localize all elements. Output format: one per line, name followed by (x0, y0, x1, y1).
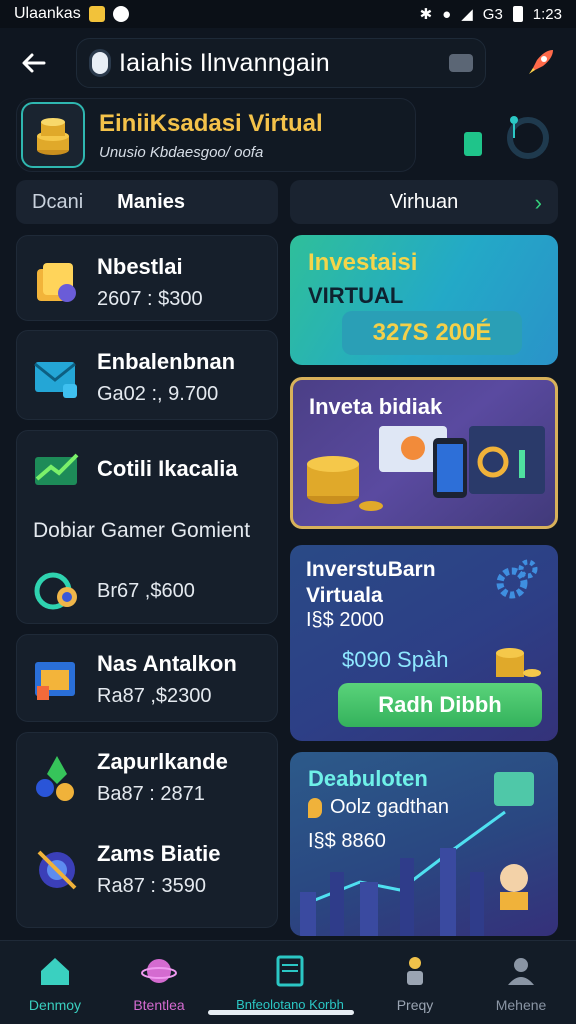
header-texts: EiniiKsadasi Virtual Unusio Kbdaesgoo/ o… (99, 110, 323, 161)
tab-dcani[interactable]: Dcani (32, 191, 83, 214)
list-group: Cotili Ikacalia Dobiar Gamer Gomient Br6… (16, 430, 278, 624)
alarm-icon: ● (442, 5, 452, 23)
envelope-icon (34, 361, 77, 398)
camera-icon[interactable] (449, 54, 473, 72)
tab-virhuan[interactable]: Virhuan › (290, 180, 558, 224)
list-group: Zapurlkande Ba87 : 2871 Zams Biatie Ra87… (16, 732, 278, 928)
promo-card-deabuloten[interactable]: Deabuloten Oolz gadthan I§$ 8860 (290, 752, 558, 936)
promo-title: Inveta bidiak (309, 394, 443, 419)
promo-amount: 327S 200É (342, 311, 522, 355)
promo-mid-text: $090 Spàh (342, 647, 449, 672)
nav-item-home[interactable]: Denmoy (0, 947, 110, 1017)
user-icon (508, 958, 534, 985)
tab-bar-left: Dcani Manies (16, 180, 278, 224)
globe-icon (37, 850, 77, 889)
nav-item-pray[interactable]: Preqy (360, 947, 470, 1017)
rocket-icon (529, 50, 553, 74)
nav-label: Mehene (495, 997, 547, 1013)
nav-label: Preqy (396, 997, 434, 1013)
coin-stack-icon (21, 102, 85, 168)
promo-card-inveta[interactable]: Inveta bidiak (290, 377, 558, 529)
growth-city-illustration (300, 772, 534, 936)
notification-icon (88, 6, 105, 22)
status-right: ✱ ● ◢ G3 1:23 (419, 5, 562, 24)
wifi-icon: ◢ (461, 6, 473, 23)
list-item[interactable]: Nbestlai 2607 : $300 (16, 235, 278, 321)
list-item[interactable]: Zapurlkande Ba87 : 2871 (17, 749, 279, 806)
planet-icon (141, 959, 177, 983)
tab-manies[interactable]: Manies (117, 191, 185, 214)
promo-value: I§$ 2000 (306, 609, 384, 631)
devices-coins-illustration (307, 426, 545, 511)
chart-envelope-icon (35, 453, 79, 485)
location-pin-icon (89, 49, 111, 77)
list-item-value: Ga02 :, 9.700 (97, 383, 219, 405)
promo-title: Investaisi (308, 249, 418, 276)
document-icon (276, 955, 304, 987)
promo-card-inverstubarn[interactable]: InverstuBarn Virtuala I§$ 2000 $090 Spàh… (290, 545, 558, 741)
nav-item-center[interactable]: Bnfeolotano Korbh (222, 947, 358, 1017)
home-indicator[interactable] (208, 1010, 354, 1015)
list-item-value: Ba87 : 2871 (97, 783, 205, 805)
list-item[interactable]: Nas Antalkon Ra87 ,$2300 (16, 634, 278, 722)
list-item-title: Enbalenbnan (97, 349, 236, 374)
list-item[interactable]: Br67 ,$600 (17, 567, 279, 615)
chevron-right-icon: › (534, 190, 542, 215)
list-item-title: Nbestlai (97, 254, 183, 279)
compass-icon (112, 6, 129, 22)
list-item-value: Ra87 ,$2300 (97, 685, 212, 707)
promo-title-line2: Virtuala (306, 584, 383, 608)
ring-icon (34, 572, 77, 610)
list-item-title: Cotili Ikacalia (97, 456, 238, 481)
list-item-value: 2607 : $300 (97, 288, 203, 310)
gear-icon (496, 559, 538, 599)
header-title: EiniiKsadasi Virtual (99, 109, 323, 137)
coin-stack-icon (496, 648, 541, 677)
coin-box-icon (37, 262, 76, 302)
home-icon (41, 958, 69, 985)
status-left: Ulaankas (14, 5, 129, 23)
search-bar[interactable]: Iaiahis Ilnvanngain (76, 38, 486, 88)
battery-icon (512, 6, 523, 22)
status-time: 1:23 (532, 5, 562, 23)
header-widget[interactable] (458, 108, 558, 170)
radh-button[interactable]: Radh Dibbh (338, 683, 542, 727)
list-item-value: Br67 ,$600 (97, 579, 195, 602)
header-subtitle: Unusio Kbdaesgoo/ oofa (99, 143, 264, 161)
promo-card-investaisi[interactable]: Investaisi VIRTUAL 327S 200É (290, 235, 558, 365)
list-item-value: Ra87 : 3590 (97, 875, 206, 897)
list-item-title: Zams Biatie (97, 841, 221, 866)
gear-phone-icon (464, 116, 549, 159)
tab-virhuan-label: Virhuan (389, 190, 459, 213)
status-bar: Ulaankas ✱ ● ◢ G3 1:23 (0, 0, 576, 28)
list-item[interactable]: Cotili Ikacalia (17, 445, 279, 493)
promo-title: InverstuBarn Virtuala (306, 557, 436, 610)
list-item-title: Nas Antalkon (97, 651, 237, 676)
list-item-title: Dobiar Gamer Gomient (33, 519, 251, 542)
list-item[interactable]: Enbalenbnan Ga02 :, 9.700 (16, 330, 278, 420)
gem-icon (36, 755, 74, 801)
bluetooth-icon: ✱ (419, 6, 433, 23)
nav-item-explore[interactable]: Btentlea (104, 947, 214, 1017)
back-button[interactable] (16, 45, 52, 81)
list-item[interactable]: Zams Biatie Ra87 : 3590 (17, 841, 279, 898)
status-app-name: Ulaankas (14, 5, 81, 22)
person-pin-icon (407, 957, 423, 985)
list-item-title: Zapurlkande (97, 749, 228, 774)
nav-label: Btentlea (133, 997, 185, 1013)
rocket-button[interactable] (522, 45, 558, 81)
signal-text: G3 (482, 5, 503, 23)
back-arrow-icon (22, 53, 46, 73)
nav-label: Denmoy (28, 997, 82, 1013)
header-card[interactable]: EiniiKsadasi Virtual Unusio Kbdaesgoo/ o… (16, 98, 416, 172)
promo-title-line1: InverstuBarn (306, 558, 436, 581)
nav-item-profile[interactable]: Mehene (466, 947, 576, 1017)
promo-subtitle: VIRTUAL (308, 283, 404, 308)
search-text: Iaiahis Ilnvanngain (119, 48, 330, 77)
calendar-icon (35, 661, 75, 700)
app-bar: Iaiahis Ilnvanngain (0, 30, 576, 96)
